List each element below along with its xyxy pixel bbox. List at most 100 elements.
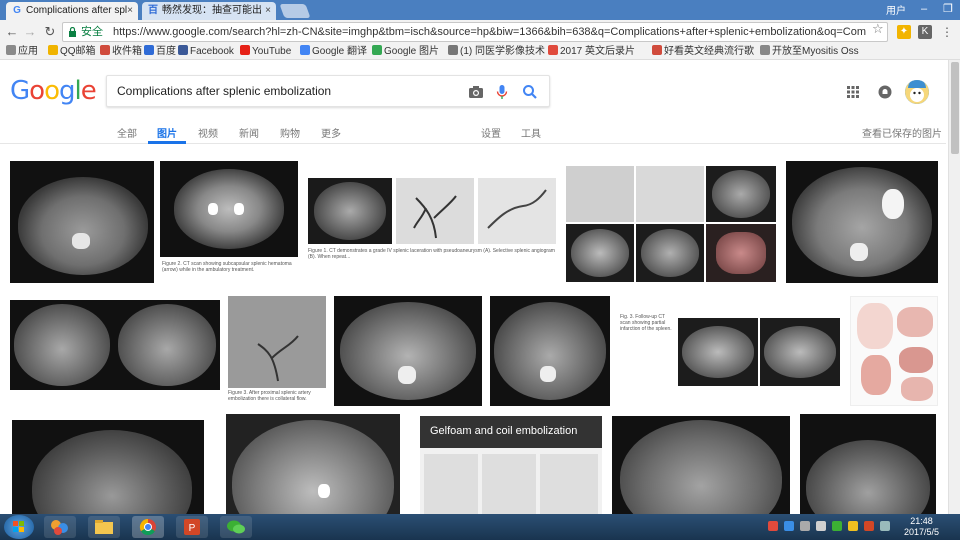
- ct-scan-graphic: [314, 182, 386, 240]
- windows-logo-icon: [13, 521, 24, 532]
- tab-videos[interactable]: 视频: [198, 125, 218, 140]
- angiogram-strip: [420, 448, 602, 514]
- taskbar-explorer-button[interactable]: [88, 516, 120, 538]
- result-image[interactable]: [10, 161, 154, 283]
- bookmark-item[interactable]: 收件箱: [100, 45, 142, 59]
- sogou-input-icon[interactable]: [768, 521, 778, 531]
- reload-icon[interactable]: ↻: [42, 24, 58, 40]
- account-avatar[interactable]: [905, 80, 929, 104]
- vertebra-graphic: [398, 366, 416, 384]
- clock-date: 2017/5/5: [904, 527, 940, 537]
- result-image[interactable]: [334, 296, 482, 406]
- start-button[interactable]: [4, 515, 34, 539]
- saved-images-link[interactable]: 查看已保存的图片: [862, 125, 942, 140]
- result-image[interactable]: Figure 2. CT scan showing subcapsular sp…: [160, 161, 298, 283]
- ct-scan-graphic: [32, 430, 192, 514]
- angiogram-panel: [478, 178, 556, 244]
- angiogram-panel: [540, 454, 598, 514]
- result-image[interactable]: Figure 3. After proximal splenic artery …: [228, 296, 326, 406]
- bookmark-item[interactable]: YouTube: [240, 45, 291, 59]
- google-logo[interactable]: Google: [10, 76, 97, 106]
- vertebra-graphic: [850, 243, 868, 261]
- bookmarks-bar: 应用 QQ邮箱 收件箱 百度 Facebook YouTube Google 翻…: [0, 44, 960, 60]
- tools-link[interactable]: 工具: [521, 125, 541, 140]
- forward-icon[interactable]: →: [22, 24, 38, 40]
- taskbar-wechat-button[interactable]: [220, 516, 252, 538]
- windows-taskbar: P 21:48 2017/5/5: [0, 514, 960, 540]
- youtube-icon: [652, 45, 662, 55]
- tab-title: 畅然发现：抽查可能出: [162, 5, 262, 16]
- result-image[interactable]: Fig. 3. Follow-up CT scan showing partia…: [618, 310, 842, 392]
- result-image[interactable]: Figure 1. CT demonstrates a grade IV spl…: [306, 176, 558, 274]
- result-image[interactable]: [612, 416, 790, 514]
- anatomy-illustration: [901, 377, 933, 401]
- scrollbar-thumb[interactable]: [951, 62, 959, 154]
- system-clock[interactable]: 21:48 2017/5/5: [904, 516, 939, 538]
- tab-all[interactable]: 全部: [117, 125, 137, 140]
- notifications-icon[interactable]: [878, 85, 892, 99]
- tab-more[interactable]: 更多: [321, 125, 341, 140]
- new-tab-button[interactable]: [279, 4, 311, 18]
- taskbar-powerpoint-button[interactable]: P: [176, 516, 208, 538]
- bookmark-item[interactable]: Google 翻译: [300, 45, 367, 59]
- bookmark-item[interactable]: 开放至Myositis Oss: [760, 45, 859, 59]
- menu-icon[interactable]: ⋮: [940, 25, 954, 39]
- apps-grid-icon[interactable]: [846, 85, 860, 99]
- taskbar-app-button[interactable]: [44, 516, 76, 538]
- extension-icon[interactable]: ✦: [897, 25, 911, 39]
- bookmark-item[interactable]: Google 图片: [372, 45, 439, 59]
- page-scrollbar[interactable]: [948, 60, 960, 514]
- taskbar-chrome-button[interactable]: [132, 516, 164, 538]
- bookmark-item[interactable]: Facebook: [178, 45, 234, 59]
- bookmark-item[interactable]: (1) 同医学影像技术: [448, 45, 545, 59]
- image-caption: Figure 3. After proximal splenic artery …: [228, 390, 311, 402]
- result-image[interactable]: [800, 414, 936, 514]
- vessel-graphic: [257, 335, 299, 382]
- address-bar[interactable]: 安全 https://www.google.com/search?hl=zh-C…: [62, 22, 888, 42]
- tray-app-icon[interactable]: [816, 521, 826, 531]
- result-image[interactable]: Gelfoam and coil embolization: [420, 416, 602, 514]
- bookmark-item[interactable]: 百度: [144, 45, 176, 59]
- tray-app-icon[interactable]: [784, 521, 794, 531]
- search-input[interactable]: Complications after splenic embolization: [117, 84, 331, 98]
- result-image[interactable]: [226, 414, 400, 514]
- tab-shopping[interactable]: 购物: [280, 125, 300, 140]
- multicolor-app-icon: [51, 520, 68, 535]
- microphone-icon[interactable]: [493, 83, 511, 101]
- tray-wechat-icon[interactable]: [832, 521, 842, 531]
- settings-link[interactable]: 设置: [481, 125, 501, 140]
- tray-app-icon[interactable]: [864, 521, 874, 531]
- close-tab-icon[interactable]: ×: [265, 2, 271, 20]
- minimize-icon[interactable]: –: [912, 0, 936, 18]
- network-icon[interactable]: [880, 521, 890, 531]
- extension-k-icon[interactable]: K: [918, 25, 932, 39]
- camera-icon[interactable]: [467, 83, 485, 101]
- bookmark-item[interactable]: 好看英文经典流行歌: [652, 45, 754, 59]
- maximize-icon[interactable]: ❐: [936, 0, 960, 18]
- bookmark-item[interactable]: QQ邮箱: [48, 45, 96, 59]
- back-icon[interactable]: ←: [4, 24, 20, 40]
- result-image[interactable]: [10, 300, 220, 390]
- tab-images[interactable]: 图片: [157, 125, 177, 140]
- tray-app-icon[interactable]: [848, 521, 858, 531]
- result-image[interactable]: [566, 166, 776, 282]
- tab-news[interactable]: 新闻: [239, 125, 259, 140]
- result-image[interactable]: [850, 296, 938, 406]
- bookmark-star-icon[interactable]: ☆: [872, 21, 884, 37]
- ct-panel: [636, 224, 704, 282]
- close-tab-icon[interactable]: ×: [127, 2, 133, 20]
- tray-app-icon[interactable]: [800, 521, 810, 531]
- search-box[interactable]: Complications after splenic embolization: [106, 75, 550, 107]
- ct-panel: [160, 161, 298, 257]
- result-image[interactable]: [490, 296, 610, 406]
- bookmark-item[interactable]: 应用: [6, 45, 38, 59]
- bookmark-item[interactable]: 2017 英文后录片: [548, 45, 635, 59]
- result-image[interactable]: [12, 420, 204, 514]
- ct-scan-graphic: [620, 420, 782, 514]
- browser-tab-active[interactable]: G Complications after spl ×: [6, 2, 138, 20]
- search-icon[interactable]: [521, 83, 539, 101]
- browser-tab[interactable]: 百 畅然发现：抽查可能出 ×: [142, 2, 276, 20]
- powerpoint-icon: P: [184, 519, 200, 535]
- specimen-graphic: [716, 232, 766, 274]
- result-image[interactable]: [786, 161, 938, 283]
